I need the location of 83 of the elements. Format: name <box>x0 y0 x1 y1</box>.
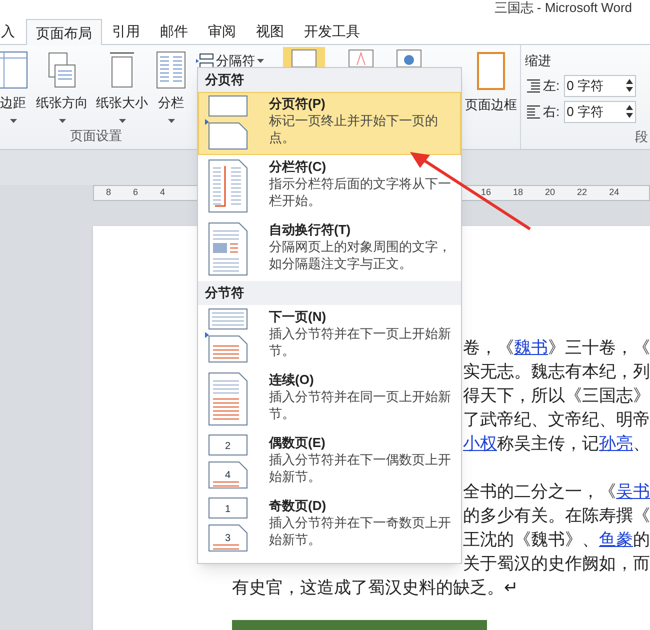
page-border-button[interactable]: 页面边框 <box>462 45 520 149</box>
group-label: 段 <box>635 128 648 146</box>
left-indent-icon <box>525 78 541 92</box>
document-text-line: 卷，《魏书》三十卷，《 <box>463 337 650 359</box>
ribbon-button[interactable]: 纸张大小 <box>94 51 150 126</box>
ribbon-tab[interactable]: 审阅 <box>198 18 246 44</box>
document-text-line: 关于蜀汉的史作阙如，而 <box>463 553 650 575</box>
indent-spin-field[interactable]: 0 字符 <box>564 74 636 96</box>
menu-item-description: 分隔网页上的对象周围的文字，如分隔题注文字与正文。 <box>269 238 451 272</box>
ribbon-tab[interactable]: 开发工具 <box>294 18 370 44</box>
ribbon-button[interactable]: 边距 <box>0 51 30 126</box>
menu-item-description: 标记一页终止并开始下一页的点。 <box>269 112 439 146</box>
document-text-line: 得天下，所以《三国志》 <box>463 385 650 407</box>
menu-item-description: 插入分节符并在下一奇数页上开始新节。 <box>269 514 451 548</box>
menu-item[interactable]: 分页符(P) 标记一页终止并开始下一页的点。 <box>198 92 461 155</box>
menu-item-title: 自动换行符(T) <box>269 221 352 238</box>
group-label: 页面设置 <box>70 126 122 144</box>
document-text-line: 全书的二分之一，《吴书 <box>463 481 650 503</box>
menu-item[interactable]: 2 4 偶数页(E) 插入分节符并在下一偶数页上开始新节。 <box>198 431 461 494</box>
ruler-number: 8 <box>106 186 112 200</box>
menu-item[interactable]: 自动换行符(T) 分隔网页上的对象周围的文字，如分隔题注文字与正文。 <box>198 218 461 281</box>
menu-item-description: 插入分节符并在下一偶数页上开始新节。 <box>269 451 451 485</box>
breaks-button[interactable]: 分隔符 <box>196 51 264 71</box>
indent-field-label: 右: <box>543 102 560 121</box>
document-text-line: 有史官，这造成了蜀汉史料的缺乏。↵ <box>232 577 519 599</box>
text-link[interactable]: 孙亮 <box>599 434 633 453</box>
window-title: 三国志 - Microsoft Word <box>494 0 632 16</box>
caret-icon <box>118 118 126 122</box>
ruler-number: 18 <box>513 186 524 200</box>
indent-spin-field[interactable]: 0 字符 <box>564 100 636 122</box>
ruler-number: 4 <box>160 186 166 200</box>
spin-up-icon <box>626 79 633 84</box>
caret-icon <box>10 118 16 122</box>
page-size-icon <box>107 51 137 89</box>
ruler-number: 20 <box>545 186 556 200</box>
page-orientation-icon <box>47 51 77 89</box>
menu-item-title: 下一页(N) <box>269 308 328 325</box>
menu-item[interactable]: 下一页(N) 插入分节符并在下一页上开始新节。 <box>198 305 461 368</box>
spin-up-icon <box>626 105 633 110</box>
menu-item[interactable]: 分栏符(C) 指示分栏符后面的文字将从下一栏开始。 <box>198 155 461 218</box>
menu-item-description: 指示分栏符后面的文字将从下一栏开始。 <box>269 175 451 209</box>
document-text-line: 王沈的《魏书》、鱼豢的 <box>463 529 650 551</box>
ribbon-button[interactable]: 纸张方向 <box>34 51 90 126</box>
menu-section-header: 分页符 <box>198 68 461 92</box>
menu-item-title: 连续(O) <box>269 371 315 388</box>
text-link[interactable]: 吴书 <box>616 482 650 501</box>
menu-item-description: 插入分节符并在同一页上开始新节。 <box>269 388 451 422</box>
ribbon-tab[interactable]: 邮件 <box>150 18 198 44</box>
ribbon-tab[interactable]: 入 <box>0 18 26 44</box>
document-text-line: 了武帝纪、文帝纪、明帝 <box>463 409 650 431</box>
ribbon-tab[interactable]: 视图 <box>246 18 294 44</box>
menu-item-title: 分栏符(C) <box>269 158 328 175</box>
page-border-icon <box>476 51 506 91</box>
document-text-line: 的多少有关。在陈寿撰《 <box>463 505 650 527</box>
right-indent-icon <box>525 104 541 118</box>
indent-label: 缩进 <box>525 52 552 70</box>
ribbon-tab[interactable]: 页面布局 <box>26 19 102 45</box>
ribbon-button[interactable]: 分栏 <box>154 51 188 126</box>
ruler-number: 6 <box>133 186 138 200</box>
text-link[interactable]: 鱼豢 <box>599 530 633 549</box>
spin-down-icon <box>626 113 633 118</box>
caret-icon <box>58 118 66 122</box>
ruler-number: 24 <box>609 186 620 200</box>
menu-item-title: 分页符(P) <box>269 95 326 112</box>
spin-down-icon <box>626 87 633 92</box>
caret-icon <box>257 59 264 63</box>
menu-item-title: 奇数页(D) <box>269 497 328 514</box>
menu-section-header: 分节符 <box>198 281 461 305</box>
menu-item-title: 偶数页(E) <box>269 434 326 451</box>
document-text-line: 小权称吴主传，记孙亮、 <box>463 433 650 455</box>
caret-icon <box>168 118 174 122</box>
ruler-number: 16 <box>481 186 492 200</box>
text-link[interactable]: 魏书 <box>514 338 548 357</box>
text-link[interactable]: 小权 <box>463 434 497 453</box>
ruler-number: 22 <box>577 186 588 200</box>
menu-item-description: 插入分节符并在下一页上开始新节。 <box>269 325 451 359</box>
columns-icon <box>156 51 186 89</box>
indent-field-label: 左: <box>543 76 560 95</box>
menu-item[interactable]: 连续(O) 插入分节符并在同一页上开始新节。 <box>198 368 461 431</box>
document-text-line: 实无志。魏志有本纪，列 <box>463 361 650 383</box>
menu-item[interactable]: 1 3 奇数页(D) 插入分节符并在下一奇数页上开始新节。 <box>198 494 461 557</box>
page-margins-icon <box>0 51 28 89</box>
ribbon-tab[interactable]: 引用 <box>102 18 150 44</box>
